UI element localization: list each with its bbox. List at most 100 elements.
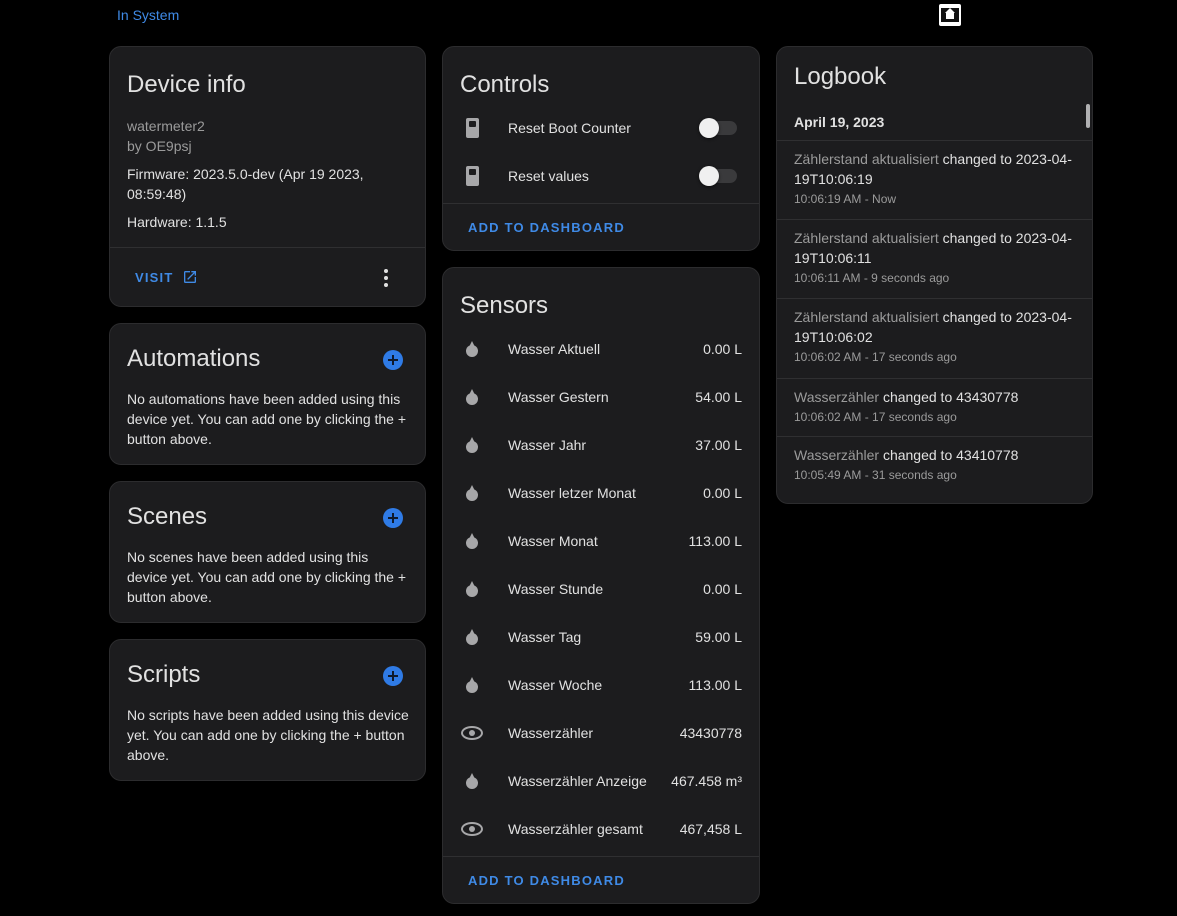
sensor-label: Wasser Jahr: [508, 437, 587, 453]
logbook-message: Zählerstand aktualisiert changed to 2023…: [794, 228, 1075, 268]
sensor-label: Wasser Woche: [508, 677, 603, 693]
scenes-description: No scenes have been added using this dev…: [127, 549, 407, 605]
sensor-row[interactable]: Wasser Tag 59.00 L: [443, 613, 759, 661]
sensor-value: 43430778: [679, 725, 742, 741]
sensor-value: 0.00 L: [703, 581, 742, 597]
logbook-entity-link[interactable]: Wasserzähler: [794, 447, 879, 463]
sensor-label: Wasser Gestern: [508, 389, 609, 405]
water-drop-icon: [460, 481, 484, 505]
add-scene-button[interactable]: [383, 508, 403, 528]
scripts-title: Scripts: [127, 661, 201, 688]
sensor-row[interactable]: Wasser letzer Monat 0.00 L: [443, 469, 759, 517]
sensor-row[interactable]: Wasserzähler Anzeige 467.458 m³: [443, 757, 759, 805]
logbook-time: 10:06:11 AM - 9 seconds ago: [794, 271, 950, 285]
sensor-label: Wasserzähler: [508, 725, 594, 741]
water-drop-icon: [460, 769, 484, 793]
logbook-time: 10:05:49 AM - 31 seconds ago: [794, 468, 957, 482]
sensor-value: 54.00 L: [695, 389, 742, 405]
sensor-label: Wasser Monat: [508, 533, 598, 549]
sensor-label: Wasser Stunde: [508, 581, 604, 597]
visit-label: VISIT: [135, 269, 174, 285]
esphome-logo-icon: [939, 4, 961, 26]
sensor-row[interactable]: Wasser Woche 113.00 L: [443, 661, 759, 709]
add-to-dashboard-button[interactable]: ADD TO DASHBOARD: [468, 873, 625, 888]
eye-icon: [460, 721, 484, 745]
sensor-row[interactable]: Wasser Stunde 0.00 L: [443, 565, 759, 613]
water-drop-icon: [460, 625, 484, 649]
divider: [110, 247, 425, 248]
switch-icon: [460, 116, 484, 140]
control-row-reset-values[interactable]: Reset values: [443, 152, 759, 200]
sensor-row[interactable]: Wasserzähler 43430778: [443, 709, 759, 757]
device-model: watermeter2: [127, 118, 205, 134]
switch-icon: [460, 164, 484, 188]
logbook-time: 10:06:19 AM - Now: [794, 192, 897, 206]
sensor-row[interactable]: Wasser Jahr 37.00 L: [443, 421, 759, 469]
logbook-entry: Wasserzähler changed to 43430778 10:06:02…: [777, 378, 1092, 425]
logbook-message: Zählerstand aktualisiert changed to 2023…: [794, 149, 1075, 189]
sensors-title: Sensors: [460, 292, 549, 319]
divider: [443, 856, 759, 857]
in-system-link[interactable]: In System: [117, 7, 179, 23]
dots-vertical-icon[interactable]: [376, 267, 396, 289]
scenes-card: Scenes No scenes have been added using t…: [109, 481, 426, 623]
logbook-entity-link[interactable]: Wasserzähler: [794, 389, 879, 405]
water-drop-icon: [460, 577, 484, 601]
water-drop-icon: [460, 385, 484, 409]
device-firmware: Firmware: 2023.5.0-dev (Apr 19 2023, 08:…: [127, 166, 364, 202]
automations-description: No automations have been added using thi…: [127, 391, 407, 447]
logbook-time: 10:06:02 AM - 17 seconds ago: [794, 410, 957, 424]
sensor-row[interactable]: Wasserzähler gesamt 467,458 L: [443, 805, 759, 853]
control-row-reset-boot-counter[interactable]: Reset Boot Counter: [443, 104, 759, 152]
add-automation-button[interactable]: [383, 350, 403, 370]
water-drop-icon: [460, 433, 484, 457]
sensor-row[interactable]: Wasser Monat 113.00 L: [443, 517, 759, 565]
logbook-entity-link[interactable]: Zählerstand aktualisiert: [794, 309, 939, 325]
water-drop-icon: [460, 529, 484, 553]
sensor-label: Wasserzähler gesamt: [508, 821, 643, 837]
logbook-time: 10:06:02 AM - 17 seconds ago: [794, 350, 957, 364]
device-info-title: Device info: [127, 71, 246, 98]
logbook-card: Logbook April 19, 2023 Zählerstand aktua…: [776, 46, 1093, 504]
sensor-value: 59.00 L: [695, 629, 742, 645]
device-hardware: Hardware: 1.1.5: [127, 214, 227, 230]
automations-title: Automations: [127, 345, 261, 372]
sensor-value: 467,458 L: [679, 821, 742, 837]
controls-title: Controls: [460, 71, 550, 98]
logbook-entry: Zählerstand aktualisiert changed to 2023…: [777, 140, 1092, 207]
logbook-message: Zählerstand aktualisiert changed to 2023…: [794, 307, 1075, 347]
logbook-scrollbar[interactable]: [1086, 104, 1090, 128]
logbook-change: changed to 43430778: [879, 389, 1019, 405]
logbook-entry: Wasserzähler changed to 43410778 10:05:49…: [777, 436, 1092, 483]
reset-values-toggle[interactable]: [699, 166, 737, 186]
scripts-card: Scripts No scripts have been added using…: [109, 639, 426, 781]
logbook-change: changed to 43410778: [879, 447, 1019, 463]
scenes-title: Scenes: [127, 503, 208, 530]
logbook-message: Wasserzähler changed to 43430778: [794, 387, 1075, 407]
water-drop-icon: [460, 337, 484, 361]
sensor-value: 113.00 L: [688, 533, 742, 549]
sensors-card: Sensors Wasser Aktuell 0.00 L Wasser Geste…: [442, 267, 760, 904]
add-to-dashboard-button[interactable]: ADD TO DASHBOARD: [468, 220, 625, 235]
logbook-entity-link[interactable]: Zählerstand aktualisiert: [794, 151, 939, 167]
sensor-label: Wasserzähler Anzeige: [508, 773, 647, 789]
control-label: Reset values: [508, 168, 589, 184]
sensor-value: 0.00 L: [703, 485, 742, 501]
eye-icon: [460, 817, 484, 841]
logbook-entity-link[interactable]: Zählerstand aktualisiert: [794, 230, 939, 246]
controls-card: Controls Reset Boot Counter Reset values…: [442, 46, 760, 251]
open-in-new-icon: [183, 271, 196, 283]
scripts-description: No scripts have been added using this de…: [127, 707, 409, 763]
divider: [443, 203, 759, 204]
sensor-row[interactable]: Wasser Aktuell 0.00 L: [443, 325, 759, 373]
sensor-row[interactable]: Wasser Gestern 54.00 L: [443, 373, 759, 421]
sensor-value: 467.458 m³: [671, 773, 742, 789]
reset-boot-counter-toggle[interactable]: [699, 118, 737, 138]
device-manufacturer: by OE9psj: [127, 138, 192, 154]
logbook-date: April 19, 2023: [794, 114, 885, 130]
sensor-label: Wasser Aktuell: [508, 341, 601, 357]
sensor-label: Wasser Tag: [508, 629, 582, 645]
add-script-button[interactable]: [383, 666, 403, 686]
control-label: Reset Boot Counter: [508, 120, 631, 136]
visit-button[interactable]: VISIT: [135, 269, 198, 285]
